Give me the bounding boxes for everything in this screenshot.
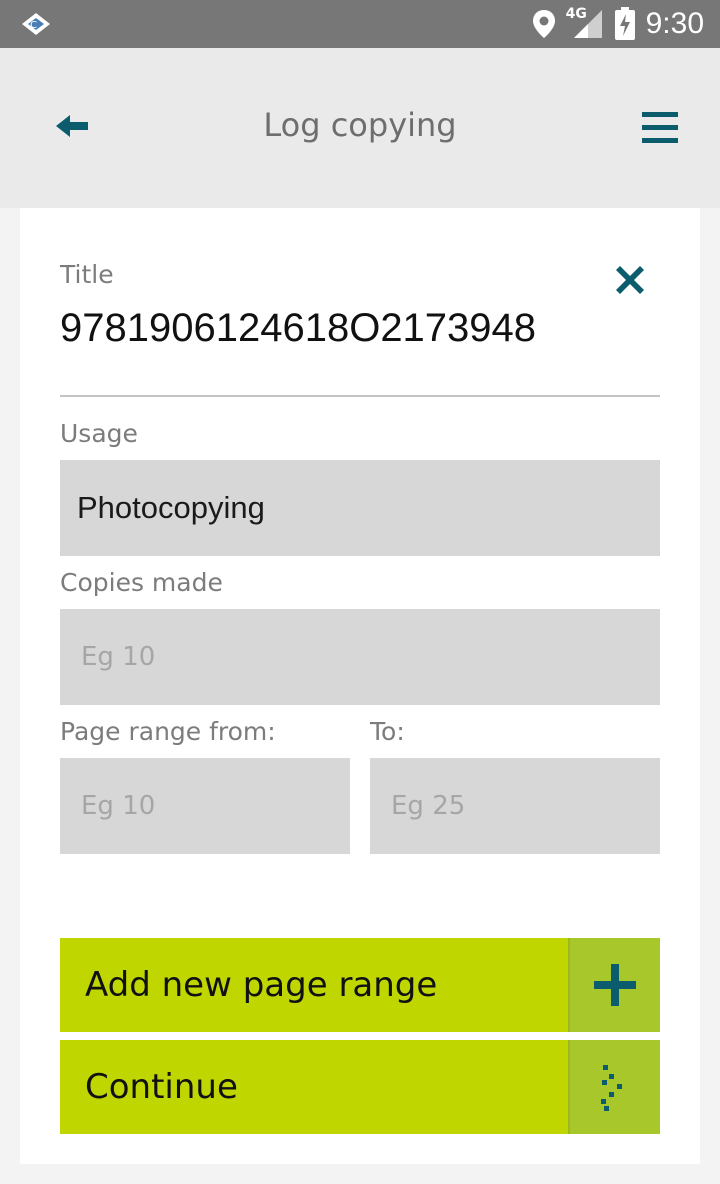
- title-label: Title: [60, 260, 114, 289]
- divider: [60, 395, 660, 397]
- page-from-field: [60, 758, 350, 854]
- clock: 9:30: [645, 7, 704, 40]
- page-to-field: [370, 758, 660, 854]
- app-notification-icon: C: [22, 13, 50, 35]
- hamburger-menu-icon: [642, 112, 678, 143]
- page-to-input[interactable]: [370, 758, 660, 854]
- location-icon: [532, 10, 555, 38]
- signal-indicator: 4G: [566, 6, 604, 40]
- close-icon: [616, 266, 644, 294]
- status-bar: C 4G 9:30: [0, 0, 720, 48]
- svg-text:C: C: [30, 20, 37, 31]
- copies-label: Copies made: [60, 568, 223, 597]
- page-from-input[interactable]: [60, 758, 350, 854]
- status-icons: 4G 9:30: [532, 0, 704, 48]
- signal-icon: [573, 10, 602, 38]
- plus-icon: [594, 964, 636, 1006]
- continue-button[interactable]: Continue: [60, 1040, 660, 1134]
- add-page-range-label: Add new page range: [85, 965, 438, 1005]
- battery-charging-icon: [614, 7, 635, 40]
- clear-title-button[interactable]: [614, 264, 646, 296]
- add-page-range-button[interactable]: Add new page range: [60, 938, 660, 1032]
- menu-button[interactable]: [640, 108, 680, 148]
- copies-input[interactable]: [60, 609, 660, 705]
- log-copying-form: Title 9781906124618O2173948 Usage Photoc…: [20, 208, 700, 1164]
- usage-label: Usage: [60, 419, 138, 448]
- page-range-to-label: To:: [370, 717, 405, 746]
- continue-icon-box: [568, 1040, 660, 1134]
- app-bar: Log copying: [0, 48, 720, 208]
- add-icon-box: [568, 938, 660, 1032]
- page-range-from-label: Page range from:: [60, 717, 276, 746]
- usage-select[interactable]: Photocopying: [60, 460, 660, 556]
- page-title: Log copying: [263, 106, 457, 144]
- continue-label: Continue: [85, 1067, 238, 1107]
- title-value: 9781906124618O2173948: [60, 306, 537, 350]
- copies-field: [60, 609, 660, 705]
- usage-selected-value: Photocopying: [77, 490, 265, 525]
- dots-arrow-icon: [601, 1065, 622, 1111]
